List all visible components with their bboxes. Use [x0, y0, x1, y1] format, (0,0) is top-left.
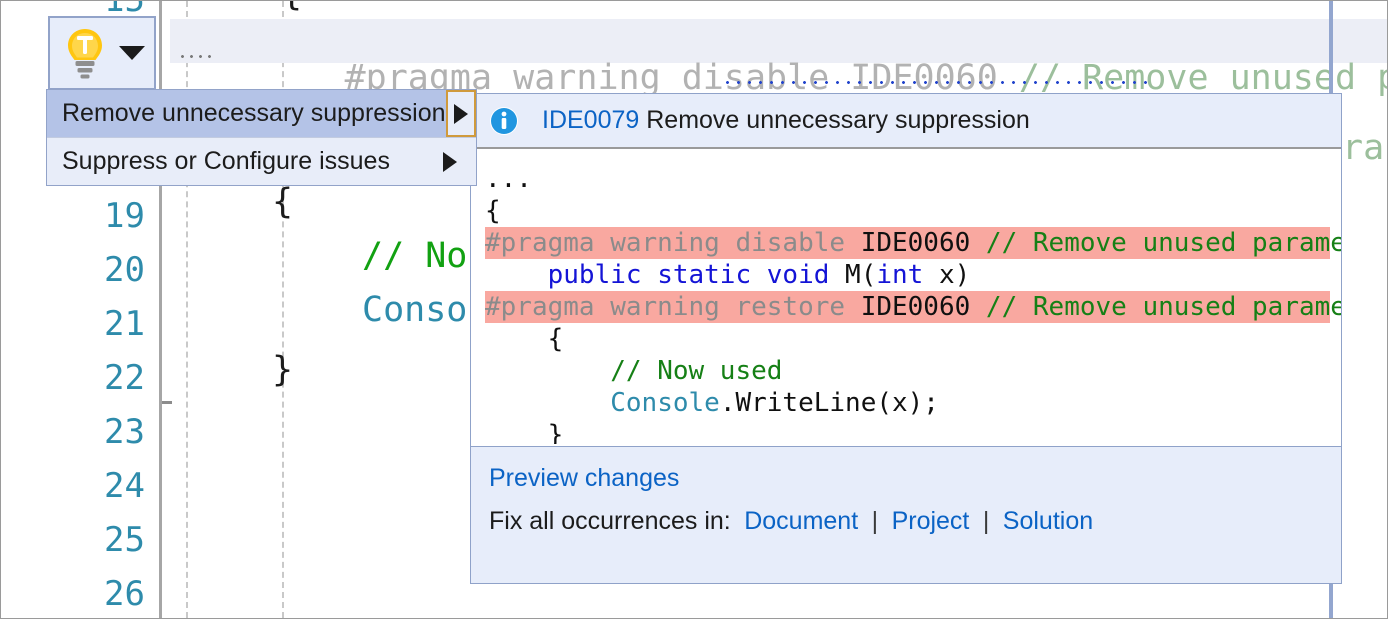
preview-changes-row: Preview changes: [489, 464, 1341, 493]
code-token: // Remove unused parameter: [986, 292, 1341, 322]
code-token: [485, 388, 610, 418]
code-token: int: [876, 260, 923, 290]
visual-studio-editor-frame: 151617181920212223242526 { #pragma warni…: [0, 0, 1388, 619]
code-token: [485, 260, 548, 290]
diagnostic-title: Remove unnecessary suppression: [646, 106, 1030, 134]
editor-line-21: Conso: [362, 291, 467, 329]
editor-line-18: ra: [1342, 129, 1384, 167]
menu-item-label: Suppress or Configure issues: [47, 147, 423, 176]
editor-line-19: {: [272, 183, 293, 221]
preview-code-line-9: }: [485, 419, 563, 444]
menu-item-label: Remove unnecessary suppression: [47, 99, 446, 128]
preview-code-line-5: #pragma warning restore IDE0060 // Remov…: [485, 291, 1341, 323]
preview-code-line-8: Console.WriteLine(x);: [485, 387, 939, 419]
preview-changes-link[interactable]: Preview changes: [489, 464, 679, 492]
fix-all-project-link[interactable]: Project: [892, 507, 970, 535]
menu-item-suppress-or-configure-issues[interactable]: Suppress or Configure issues: [47, 138, 476, 185]
fix-all-document-link[interactable]: Document: [744, 507, 858, 535]
preview-header: IDE0079 Remove unnecessary suppression: [471, 94, 1341, 149]
info-icon: [489, 106, 519, 136]
line-number-25: 25: [25, 521, 145, 559]
quick-actions-menu[interactable]: Remove unnecessary suppression Suppress …: [46, 89, 477, 186]
menu-item-remove-unnecessary-suppression[interactable]: Remove unnecessary suppression: [47, 90, 476, 137]
line-number-22: 22: [25, 359, 145, 397]
editor-error-dots: [722, 79, 1152, 86]
quick-actions-lightbulb-button[interactable]: [48, 16, 156, 90]
submenu-expander-remove-unnecessary-suppression[interactable]: [446, 90, 476, 137]
preview-code-line-6: {: [485, 323, 563, 355]
preview-code-line-4: public static void M(int x): [485, 259, 970, 291]
preview-footer: Preview changes Fix all occurrences in: …: [471, 446, 1341, 583]
fix-all-separator: |: [872, 507, 879, 535]
preview-code-line-3: #pragma warning disable IDE0060 // Remov…: [485, 227, 1341, 259]
chevron-down-icon[interactable]: [119, 46, 145, 60]
preview-title: IDE0079 Remove unnecessary suppression: [542, 106, 1030, 135]
code-token: {: [485, 324, 563, 354]
diagnostic-id[interactable]: IDE0079: [542, 106, 639, 134]
code-token: {: [485, 196, 501, 226]
code-token: ...: [485, 164, 532, 194]
code-token: IDE0060: [861, 292, 986, 322]
code-token: .WriteLine(x);: [720, 388, 939, 418]
fix-all-separator: |: [983, 507, 990, 535]
code-token: // Now used: [610, 356, 782, 386]
line-number-19: 19: [25, 197, 145, 235]
chevron-right-icon: [454, 104, 468, 124]
code-token: #pragma warning disable: [485, 228, 861, 258]
code-token: [485, 356, 610, 386]
chevron-right-icon: [443, 152, 457, 172]
code-token: Console: [610, 388, 720, 418]
submenu-expander-suppress-or-configure-issues[interactable]: [423, 138, 476, 185]
preview-code-line-1: ...: [485, 163, 532, 195]
editor-suggestion-dots: [178, 53, 214, 60]
preview-code-line-2: {: [485, 195, 501, 227]
editor-line-15: {: [281, 1, 302, 13]
editor-line-22: }: [272, 351, 293, 389]
code-token: x): [923, 260, 970, 290]
code-token: public static void: [548, 260, 845, 290]
fix-all-solution-link[interactable]: Solution: [1003, 507, 1093, 535]
code-token: #pragma warning restore: [485, 292, 861, 322]
preview-code-diff: ...{#pragma warning disable IDE0060 // R…: [471, 149, 1341, 444]
code-token: M(: [845, 260, 876, 290]
quick-actions-preview-popup: IDE0079 Remove unnecessary suppression .…: [470, 93, 1342, 584]
line-number-20: 20: [25, 251, 145, 289]
line-number-24: 24: [25, 467, 145, 505]
line-number-21: 21: [25, 305, 145, 343]
editor-line-20: // No: [362, 237, 467, 275]
line-number-23: 23: [25, 413, 145, 451]
outline-collapse-marker[interactable]: [162, 401, 172, 404]
line-number-26: 26: [25, 575, 145, 613]
lightbulb-icon: [63, 27, 107, 79]
preview-code-line-7: // Now used: [485, 355, 782, 387]
code-token: }: [485, 420, 563, 444]
code-token: // Remove unused parameter: [986, 228, 1341, 258]
fix-all-row: Fix all occurrences in: Document | Proje…: [489, 507, 1341, 536]
fix-all-label: Fix all occurrences in:: [489, 507, 731, 535]
code-token: IDE0060: [861, 228, 986, 258]
